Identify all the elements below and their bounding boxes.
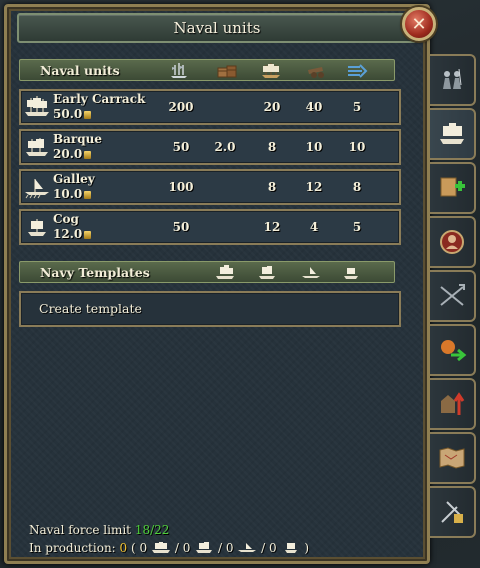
unit-row-galley[interactable]: Galley 10.0 100 8 12 8 xyxy=(19,169,401,205)
unit-name: Galley xyxy=(53,172,95,186)
unit-stat-cannons: 10 xyxy=(305,140,323,154)
cannon-column-icon[interactable] xyxy=(306,62,328,79)
unit-row-barque[interactable]: Barque 20.0 50 2.0 8 10 10 xyxy=(19,129,401,165)
unit-row-cog[interactable]: Cog 12.0 50 12 4 5 xyxy=(19,209,401,245)
unit-stat-cannons: 4 xyxy=(309,220,319,234)
tab-mercenaries[interactable] xyxy=(430,324,476,376)
unit-stat-sailors: 20 xyxy=(263,100,281,114)
map-tab-icon xyxy=(439,447,465,469)
galley-filter-icon[interactable] xyxy=(300,264,322,281)
unit-stat-sailors: 8 xyxy=(267,180,277,194)
buildings-tab-icon xyxy=(441,392,465,415)
light-ship-filter-icon[interactable] xyxy=(256,264,278,281)
unit-cost: 12.0 xyxy=(53,227,92,241)
unit-name: Barque xyxy=(53,132,102,146)
navy-templates-header-label: Navy Templates xyxy=(40,265,150,280)
light-ship-icon xyxy=(196,542,213,553)
carrack-icon xyxy=(25,96,49,116)
in-production: In production: 0 ( 0 / 0 / 0 / 0 ) xyxy=(29,541,309,555)
unit-stat-hull: 50 xyxy=(172,220,190,234)
unit-stat-hull: 200 xyxy=(168,100,194,114)
production-count-transport: 0 xyxy=(269,541,277,555)
heavy-ship-filter-icon[interactable] xyxy=(214,264,236,281)
naval-units-header-label: Naval units xyxy=(40,63,120,78)
production-label: In production: xyxy=(29,541,116,555)
unit-name: Cog xyxy=(53,212,79,226)
close-icon: ✕ xyxy=(411,13,427,35)
tab-military-tech[interactable] xyxy=(430,486,476,538)
unit-stat-hull: 50 xyxy=(172,140,190,154)
rebels-tab-icon xyxy=(440,284,465,306)
speed-column-icon[interactable] xyxy=(346,62,368,79)
production-count-galley: 0 xyxy=(225,541,234,555)
unit-stat-cannons: 12 xyxy=(305,180,323,194)
production-separator: / xyxy=(218,541,223,555)
navy-tab-icon xyxy=(440,123,464,144)
gold-coin-icon xyxy=(84,231,92,239)
unit-stat-sailors: 8 xyxy=(267,140,277,154)
navy-templates-header: Navy Templates xyxy=(19,261,395,283)
create-template-label: Create template xyxy=(39,301,142,316)
unit-stat-speed: 5 xyxy=(352,100,362,114)
transport-filter-icon[interactable] xyxy=(340,264,362,281)
cog-icon xyxy=(28,219,46,236)
unit-stat-hull: 100 xyxy=(168,180,194,194)
cargo-column-icon[interactable] xyxy=(216,62,238,79)
gold-coin-icon xyxy=(84,111,92,119)
naval-units-header: Naval units xyxy=(19,59,395,81)
unit-stat-sailors: 12 xyxy=(263,220,281,234)
tab-buildings[interactable] xyxy=(430,378,476,430)
production-total: 0 xyxy=(119,541,128,555)
unit-stat-speed: 10 xyxy=(348,140,366,154)
force-limit-label: Naval force limit xyxy=(29,523,131,537)
unit-cost: 10.0 xyxy=(53,187,92,201)
tab-recruit[interactable] xyxy=(430,162,476,214)
production-paren-close: ) xyxy=(304,541,310,555)
transport-icon xyxy=(284,543,297,553)
leader-tab-icon xyxy=(440,230,464,254)
production-count-light: 0 xyxy=(182,541,191,555)
unit-cost: 20.0 xyxy=(53,147,92,161)
production-paren-open: ( xyxy=(131,541,136,555)
gold-coin-icon xyxy=(84,151,92,159)
galley-icon xyxy=(238,543,257,552)
unit-stat-speed: 5 xyxy=(352,220,362,234)
mercenary-tab-icon xyxy=(441,340,467,362)
unit-name: Early Carrack xyxy=(53,92,146,106)
army-tab-icon xyxy=(443,68,462,89)
barque-icon xyxy=(26,138,48,156)
window-title-bar[interactable]: Naval units xyxy=(17,13,417,43)
unit-row-early-carrack[interactable]: Early Carrack 50.0 200 20 40 5 xyxy=(19,89,401,125)
recruit-tab-icon xyxy=(440,177,465,197)
production-separator: / xyxy=(261,541,266,555)
heavy-ship-column-icon[interactable] xyxy=(168,62,190,79)
military-tech-tab-icon xyxy=(441,501,463,523)
tab-map[interactable] xyxy=(430,432,476,484)
naval-units-window: Naval units Naval units Early Carrack 50… xyxy=(4,4,430,564)
unit-stat-cargo: 2.0 xyxy=(214,140,236,154)
unit-stat-speed: 8 xyxy=(352,180,362,194)
tab-army[interactable] xyxy=(430,54,476,106)
tab-rebels[interactable] xyxy=(430,270,476,322)
tab-leaders[interactable] xyxy=(430,216,476,268)
galley-icon xyxy=(25,179,49,199)
unit-cost: 50.0 xyxy=(53,107,92,121)
window-title: Naval units xyxy=(173,19,261,37)
production-count-heavy: 0 xyxy=(139,541,148,555)
naval-force-limit: Naval force limit 18/22 xyxy=(29,523,169,537)
force-limit-value: 18/22 xyxy=(134,523,170,537)
create-template-button[interactable]: Create template xyxy=(19,291,401,327)
close-button[interactable]: ✕ xyxy=(402,7,436,41)
heavy-ship-icon xyxy=(152,542,170,553)
unit-stat-cannons: 40 xyxy=(305,100,323,114)
gold-coin-icon xyxy=(84,191,92,199)
tab-navy[interactable] xyxy=(430,108,476,160)
sail-column-icon[interactable] xyxy=(260,62,282,79)
production-separator: / xyxy=(174,541,179,555)
